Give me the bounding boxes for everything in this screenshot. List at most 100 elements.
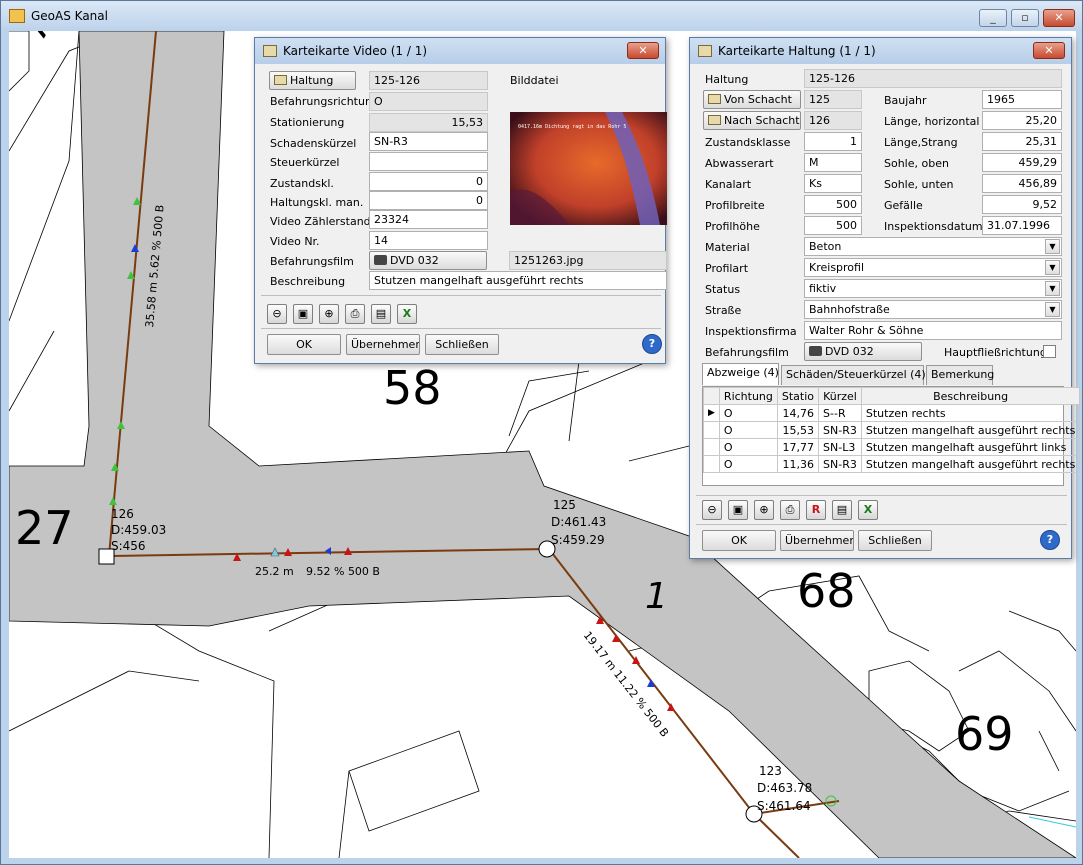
video-zaehlerstand-field[interactable]: 23324 — [369, 210, 488, 229]
field-label: Sohle, oben — [884, 157, 949, 170]
column-header[interactable]: Kürzel — [818, 387, 862, 405]
profilbreite-field[interactable]: 500 — [804, 195, 862, 214]
video-nr-field[interactable]: 14 — [369, 231, 488, 250]
column-header[interactable]: Beschreibung — [860, 387, 1081, 405]
sohle-unten-field[interactable]: 456,89 — [982, 174, 1062, 193]
close-button[interactable]: Schließen — [425, 334, 499, 355]
zustandskl-field[interactable]: 0 — [369, 172, 488, 191]
current-row-indicator-icon: ▶ — [703, 404, 720, 422]
apply-button[interactable]: Übernehmen — [780, 530, 854, 551]
kanalart-field[interactable]: Ks — [804, 174, 862, 193]
field-label: Abwasserart — [705, 157, 774, 170]
zoom-window-icon[interactable]: ▣ — [728, 500, 748, 520]
excel-icon[interactable]: X — [397, 304, 417, 324]
inspection-photo[interactable]: 0417.16m Dichtung ragt in das Rohr 5 — [510, 112, 667, 225]
app-icon — [9, 9, 25, 23]
table-cell: O — [718, 438, 778, 456]
table-icon[interactable]: ▤ — [832, 500, 852, 520]
gefaelle-field[interactable]: 9,52 — [982, 195, 1062, 214]
cyan-line — [1028, 816, 1076, 828]
zoom-out-icon[interactable]: ⊖ — [267, 304, 287, 324]
befahrungsfilm-button[interactable]: DVD 032 — [804, 342, 922, 361]
table-cell: SN-L3 — [818, 438, 862, 456]
schaeden-table: Richtung Statio Kürzel Beschreibung ▶ O … — [702, 386, 1081, 486]
inspektionsdatum-field[interactable]: 31.07.1996 — [982, 216, 1062, 235]
ok-button[interactable]: OK — [267, 334, 341, 355]
status-dropdown[interactable]: fiktiv ▼ — [804, 279, 1062, 298]
haltung-label: Haltung — [705, 73, 749, 86]
apply-button[interactable]: Übernehmen — [346, 334, 420, 355]
table-cell: SN-R3 — [818, 421, 862, 439]
abwasserart-field[interactable]: M — [804, 153, 862, 172]
table-row[interactable]: ▶ O 14,76 S--R Stutzen rechts — [703, 404, 1081, 422]
table-cell: 14,76 — [776, 404, 820, 422]
inspektionsfirma-field[interactable]: Walter Rohr & Söhne — [804, 321, 1062, 340]
haltung-dialog-close-button[interactable]: ✕ — [1033, 42, 1065, 59]
haltung-dialog-title: Karteikarte Haltung (1 / 1) — [718, 44, 876, 58]
laenge-horizontal-field[interactable]: 25,20 — [982, 111, 1062, 130]
profilhoehe-field[interactable]: 500 — [804, 216, 862, 235]
book-icon — [708, 94, 721, 104]
excel-icon[interactable]: X — [858, 500, 878, 520]
maximize-button[interactable]: ▫ — [1011, 9, 1039, 27]
hauptfliessrichtung-checkbox[interactable] — [1043, 345, 1056, 358]
table-cell: Stutzen mangelhaft ausgeführt rechts — [860, 421, 1081, 439]
table-cell: SN-R3 — [818, 455, 862, 473]
table-row[interactable]: O 11,36 SN-R3 Stutzen mangelhaft ausgefü… — [703, 455, 1081, 473]
print-icon[interactable]: ⎙ — [345, 304, 365, 324]
schadenskuerzel-field[interactable]: SN-R3 — [369, 132, 488, 151]
strasse-dropdown[interactable]: Bahnhofstraße ▼ — [804, 300, 1062, 319]
haltung-value: 125-126 — [369, 71, 488, 90]
ok-button[interactable]: OK — [702, 530, 776, 551]
von-schacht-button[interactable]: Von Schacht — [703, 90, 801, 109]
field-label: Baujahr — [884, 94, 927, 107]
laenge-strang-field[interactable]: 25,31 — [982, 132, 1062, 151]
table-row[interactable]: O 15,53 SN-R3 Stutzen mangelhaft ausgefü… — [703, 421, 1081, 439]
tab-abzweige[interactable]: Abzweige (4) — [702, 363, 779, 385]
zoom-in-icon[interactable]: ⊕ — [754, 500, 774, 520]
haltungskl-man-field[interactable]: 0 — [369, 191, 488, 210]
table-cell: Stutzen mangelhaft ausgeführt links — [860, 438, 1081, 456]
zoom-window-icon[interactable]: ▣ — [293, 304, 313, 324]
book-icon — [708, 115, 721, 125]
shaft-label-id: 126 — [111, 507, 134, 521]
tab-schaeden[interactable]: Schäden/Steuerkürzel (4) — [781, 365, 926, 385]
print-icon[interactable]: ⎙ — [780, 500, 800, 520]
tab-strip: Abzweige (4) Schäden/Steuerkürzel (4) Be… — [702, 363, 1064, 387]
minimize-button[interactable]: _ — [979, 9, 1007, 27]
haltung-button[interactable]: Haltung — [269, 71, 356, 90]
material-dropdown[interactable]: Beton ▼ — [804, 237, 1062, 256]
bilddatei-label: Bilddatei — [510, 74, 559, 87]
field-label: Befahrungsrichtung — [270, 95, 379, 108]
table-cell: 15,53 — [776, 421, 820, 439]
help-icon[interactable]: ? — [642, 334, 662, 354]
title-bar: GeoAS Kanal _ ▫ ✕ — [1, 1, 1082, 31]
field-label: Zustandskl. — [270, 177, 334, 190]
beschreibung-field[interactable]: Stutzen mangelhaft ausgeführt rechts — [369, 271, 667, 290]
video-dialog-close-button[interactable]: ✕ — [627, 42, 659, 59]
baujahr-field[interactable]: 1965 — [982, 90, 1062, 109]
profilart-dropdown[interactable]: Kreisprofil ▼ — [804, 258, 1062, 277]
befahrungsfilm-button[interactable]: DVD 032 — [369, 251, 487, 270]
shaft-label-id: 123 — [759, 764, 782, 778]
nach-schacht-button[interactable]: Nach Schacht — [703, 111, 801, 130]
chevron-down-icon: ▼ — [1045, 239, 1060, 254]
help-icon[interactable]: ? — [1040, 530, 1060, 550]
sohle-oben-field[interactable]: 459,29 — [982, 153, 1062, 172]
shaft-label-d: D:461.43 — [551, 515, 607, 529]
steuerkuerzel-field[interactable] — [369, 152, 488, 171]
tab-bemerkung[interactable]: Bemerkung — [926, 365, 994, 385]
zoom-in-icon[interactable]: ⊕ — [319, 304, 339, 324]
column-header[interactable]: Statio — [776, 387, 820, 405]
table-icon[interactable]: ▤ — [371, 304, 391, 324]
zoom-out-icon[interactable]: ⊖ — [702, 500, 722, 520]
zustandsklasse-field[interactable]: 1 — [804, 132, 862, 151]
close-window-button[interactable]: ✕ — [1043, 9, 1075, 27]
parcel-number: 69 — [955, 707, 1014, 761]
close-button[interactable]: Schließen — [858, 530, 932, 551]
field-label: Profilart — [705, 262, 749, 275]
report-icon[interactable]: R — [806, 500, 826, 520]
table-row[interactable]: O 17,77 SN-L3 Stutzen mangelhaft ausgefü… — [703, 438, 1081, 456]
table-cell: O — [718, 455, 778, 473]
column-header[interactable]: Richtung — [718, 387, 778, 405]
